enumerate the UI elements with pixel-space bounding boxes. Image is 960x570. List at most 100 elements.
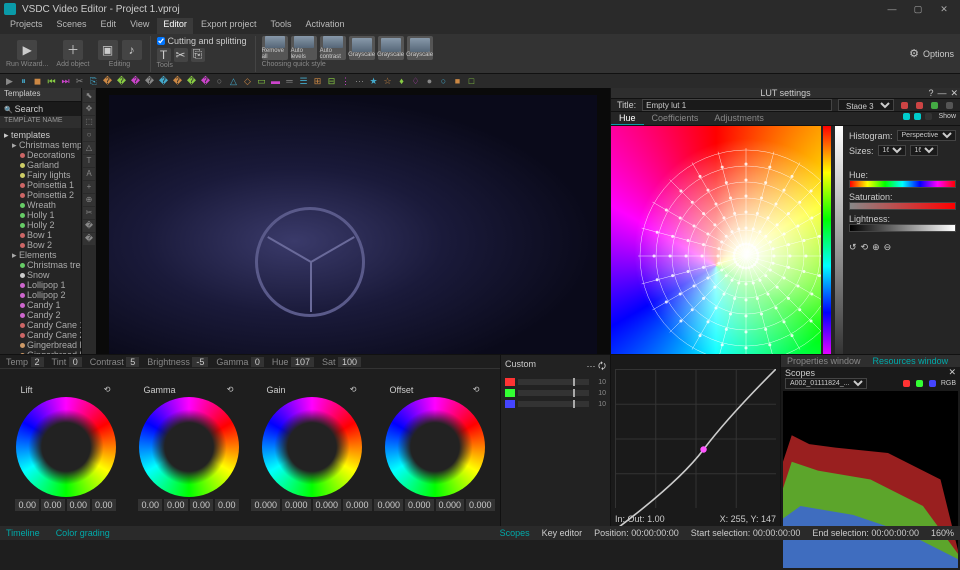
viewport-tool[interactable]: T xyxy=(83,155,95,167)
grading-bottom-tab[interactable]: Color grading xyxy=(56,528,110,538)
tree-item[interactable]: Gingerbread Man 1 xyxy=(2,340,79,350)
lut-stage-select[interactable]: Stage 3 xyxy=(838,99,894,111)
scope-r-chip[interactable] xyxy=(903,380,910,387)
toolbar-icon[interactable]: ⏭ xyxy=(60,76,71,87)
blue-slider[interactable] xyxy=(518,401,589,407)
scopes-file-select[interactable]: A002_01111824_... xyxy=(785,378,867,389)
toolbar-icon[interactable]: ⊟ xyxy=(326,76,337,87)
lut-action-icon[interactable] xyxy=(901,102,908,109)
toolbar-icon[interactable]: ☰ xyxy=(298,76,309,87)
toolbar-icon[interactable]: ⏮ xyxy=(46,76,57,87)
quick-style-button[interactable]: Remove all xyxy=(262,36,288,60)
menu-scenes[interactable]: Scenes xyxy=(51,18,93,34)
video-effects-icon[interactable]: ▣ xyxy=(98,40,118,60)
tool-icon[interactable]: ⎘ xyxy=(191,48,205,62)
toolbar-icon[interactable]: � xyxy=(158,76,169,87)
tree-item[interactable]: Holly 2 xyxy=(2,220,79,230)
toolbar-icon[interactable]: ⏸ xyxy=(18,76,29,87)
tree-item[interactable]: Poinsettia 1 xyxy=(2,180,79,190)
options-label[interactable]: Options xyxy=(923,49,954,59)
tree-item[interactable]: Candy 1 xyxy=(2,300,79,310)
maximize-button[interactable]: ▢ xyxy=(906,2,930,16)
viewport-tool[interactable]: � xyxy=(83,233,95,245)
tree-item[interactable]: ▸ templates xyxy=(2,130,79,140)
viewport-tool[interactable]: ⊕ xyxy=(83,194,95,206)
tool-icon[interactable]: ✂ xyxy=(174,48,188,62)
toolbar-icon[interactable]: △ xyxy=(228,76,239,87)
tree-item[interactable]: Poinsettia 2 xyxy=(2,190,79,200)
grading-value[interactable]: 0 xyxy=(251,357,264,367)
light-gradient[interactable] xyxy=(849,224,956,232)
menu-projects[interactable]: Projects xyxy=(4,18,49,34)
toolbar-icon[interactable]: ● xyxy=(424,76,435,87)
toolbar-icon[interactable]: ✂ xyxy=(74,76,85,87)
tree-item[interactable]: Lollipop 2 xyxy=(2,290,79,300)
toolbar-icon[interactable]: ○ xyxy=(214,76,225,87)
green-slider[interactable] xyxy=(518,390,589,396)
tree-item[interactable]: Fairy lights xyxy=(2,170,79,180)
quick-style-button[interactable]: Auto contrast xyxy=(320,36,346,60)
toolbar-icon[interactable]: ▬ xyxy=(270,76,281,87)
grading-value[interactable]: -5 xyxy=(192,357,208,367)
props-tab[interactable]: Properties window xyxy=(781,355,867,367)
add-object-icon[interactable]: ＋ xyxy=(63,40,83,60)
size2-select[interactable]: 16 xyxy=(910,145,938,156)
sat-gradient[interactable] xyxy=(849,202,956,210)
templates-tab[interactable]: Templates xyxy=(0,88,81,102)
tree-item[interactable]: Christmas trees xyxy=(2,260,79,270)
preview-viewport[interactable] xyxy=(96,88,610,368)
tool-icon[interactable]: ⟲ xyxy=(861,242,869,253)
toolbar-icon[interactable]: ☆ xyxy=(382,76,393,87)
grading-value[interactable]: 107 xyxy=(291,357,314,367)
toolbar-icon[interactable]: ○ xyxy=(438,76,449,87)
viewport-tool[interactable]: + xyxy=(83,181,95,193)
color-wheel[interactable] xyxy=(385,397,485,497)
audio-effects-icon[interactable]: ♪ xyxy=(122,40,142,60)
grading-value[interactable]: 0 xyxy=(69,357,82,367)
toolbar-icon[interactable]: ♦ xyxy=(396,76,407,87)
lut-min-icon[interactable]: — xyxy=(937,88,946,99)
minimize-button[interactable]: — xyxy=(880,2,904,16)
status-scopes[interactable]: Scopes xyxy=(500,528,530,538)
tree-item[interactable]: Candy 2 xyxy=(2,310,79,320)
tool-icon[interactable]: ⊕ xyxy=(872,242,880,253)
toolbar-icon[interactable]: ▶ xyxy=(4,76,15,87)
tree-item[interactable]: Candy Cane 2 xyxy=(2,330,79,340)
quick-style-button[interactable]: Grayscale xyxy=(349,36,375,60)
toolbar-icon[interactable]: � xyxy=(144,76,155,87)
menu-export-project[interactable]: Export project xyxy=(195,18,263,34)
tree-item[interactable]: Wreath xyxy=(2,200,79,210)
quick-style-button[interactable]: Grayscale xyxy=(407,36,433,60)
scope-g-chip[interactable] xyxy=(916,380,923,387)
color-wheel[interactable] xyxy=(16,397,116,497)
toolbar-icon[interactable]: ♢ xyxy=(410,76,421,87)
toolbar-icon[interactable]: ▭ xyxy=(256,76,267,87)
tree-item[interactable]: Bow 2 xyxy=(2,240,79,250)
lut-tab-adjustments[interactable]: Adjustments xyxy=(706,112,772,125)
red-slider[interactable] xyxy=(518,379,589,385)
menu-editor[interactable]: Editor xyxy=(157,18,193,34)
hue-gradient[interactable] xyxy=(849,180,956,188)
tool-icon[interactable]: ↺ xyxy=(849,242,857,253)
tree-item[interactable]: ▸ Elements xyxy=(2,250,79,260)
histogram-select[interactable]: Perspective xyxy=(897,130,956,141)
size1-select[interactable]: 16 xyxy=(878,145,906,156)
toolbar-icon[interactable]: � xyxy=(130,76,141,87)
lut-help-icon[interactable]: ? xyxy=(928,88,933,99)
scope-b-chip[interactable] xyxy=(929,380,936,387)
quick-style-button[interactable]: Grayscale xyxy=(378,36,404,60)
lut-s-chip[interactable] xyxy=(914,113,921,120)
viewport-tool[interactable]: A xyxy=(83,168,95,180)
color-wheel[interactable] xyxy=(262,397,362,497)
lut-close-icon[interactable]: ✕ xyxy=(950,88,958,99)
viewport-tool[interactable]: ⬚ xyxy=(83,116,95,128)
menu-activation[interactable]: Activation xyxy=(299,18,350,34)
toolbar-icon[interactable]: � xyxy=(200,76,211,87)
viewport-tool[interactable]: ✥ xyxy=(83,103,95,115)
toolbar-icon[interactable]: ★ xyxy=(368,76,379,87)
toolbar-icon[interactable]: � xyxy=(186,76,197,87)
toolbar-icon[interactable]: ◇ xyxy=(242,76,253,87)
toolbar-icon[interactable]: ⊞ xyxy=(312,76,323,87)
tree-item[interactable]: ▸ Christmas templates xyxy=(2,140,79,150)
menu-edit[interactable]: Edit xyxy=(95,18,123,34)
